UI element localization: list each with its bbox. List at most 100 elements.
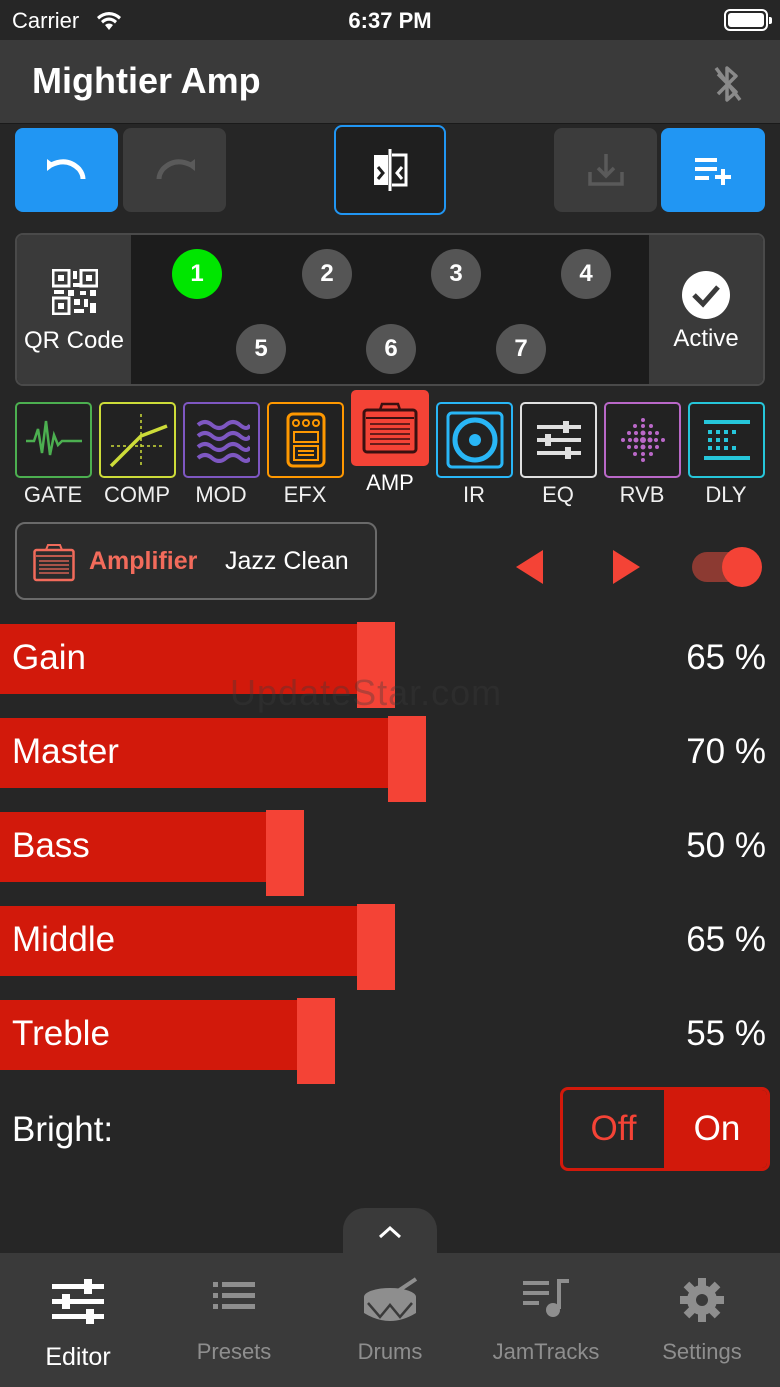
slider-handle[interactable]	[266, 810, 304, 896]
amplifier-icon	[362, 402, 418, 454]
fx-ir-button[interactable]	[436, 402, 513, 478]
tab-settings[interactable]: Settings	[624, 1253, 780, 1387]
fx-rvb-label: RVB	[619, 482, 665, 507]
tab-drums[interactable]: Drums	[312, 1253, 468, 1387]
drum-icon	[364, 1277, 418, 1321]
tab-presets[interactable]: Presets	[156, 1253, 312, 1387]
redo-button[interactable]	[123, 128, 226, 212]
preset-slot-5[interactable]: 5	[236, 324, 286, 374]
speaker-cabinet-icon	[446, 411, 503, 469]
equalizer-icon	[536, 421, 581, 459]
nav-bar: Mightier Amp	[0, 40, 780, 124]
slider-handle[interactable]	[297, 998, 335, 1084]
next-model-arrow[interactable]	[613, 550, 640, 584]
fx-rvb-button[interactable]	[604, 402, 681, 478]
param-label: Master	[12, 732, 119, 771]
bright-segmented-control: Off On	[560, 1087, 770, 1171]
undo-icon	[46, 159, 85, 180]
fx-ir-label: IR	[463, 482, 485, 507]
amp-enable-toggle[interactable]	[692, 547, 762, 587]
delay-icon	[703, 420, 750, 460]
preset-slot-1[interactable]: 1	[172, 249, 222, 299]
chevron-up-icon	[378, 1225, 402, 1239]
bright-label: Bright:	[12, 1110, 114, 1149]
fx-dly-label: DLY	[705, 482, 747, 507]
fx-dly-button[interactable]	[688, 402, 765, 478]
modulation-icon	[196, 420, 250, 463]
sliders-icon	[52, 1279, 104, 1324]
status-bar: Carrier 6:37 PM	[0, 0, 780, 40]
tab-label: Presets	[196, 1339, 272, 1364]
clock: 6:37 PM	[348, 8, 432, 33]
fx-gate-label: GATE	[23, 482, 83, 507]
playlist-add-icon	[695, 158, 731, 185]
save-button[interactable]	[554, 128, 657, 212]
param-label: Bass	[12, 826, 90, 865]
param-label: Middle	[12, 920, 116, 959]
fx-eq-button[interactable]	[520, 402, 597, 478]
param-value: 55 %	[686, 1014, 766, 1053]
redo-icon	[156, 159, 195, 180]
preset-slot-6[interactable]: 6	[366, 324, 416, 374]
compressor-icon	[109, 414, 168, 468]
qr-code-button[interactable]: QR Code	[17, 235, 131, 384]
fx-comp-label: COMP	[104, 482, 170, 507]
undo-button[interactable]	[15, 128, 118, 212]
bright-off-button[interactable]: Off	[563, 1090, 667, 1168]
amp-model-selector[interactable]: Amplifier Jazz Clean	[15, 522, 377, 600]
slider-handle[interactable]	[388, 716, 426, 802]
treble-slider[interactable]: Treble 55 %	[0, 994, 780, 1084]
preset-slot-2[interactable]: 2	[302, 249, 352, 299]
amp-type-label: Amplifier	[89, 547, 198, 575]
battery-icon	[724, 9, 772, 31]
compare-button[interactable]	[334, 125, 446, 215]
music-list-icon	[523, 1279, 569, 1317]
add-to-playlist-button[interactable]	[661, 128, 765, 212]
preset-slots-panel: QR Code 1 2 3 4 5 6 7 Active	[15, 233, 765, 386]
fx-mod-label: MOD	[195, 482, 247, 507]
tab-label: Settings	[662, 1339, 742, 1364]
fx-comp-button[interactable]	[99, 402, 176, 478]
download-icon	[587, 154, 624, 186]
previous-model-arrow[interactable]	[516, 550, 543, 584]
qr-code-icon	[52, 269, 98, 315]
slider-handle[interactable]	[357, 904, 395, 990]
amplifier-icon	[33, 544, 75, 582]
active-label: Active	[673, 325, 739, 352]
active-button[interactable]: Active	[649, 235, 763, 384]
param-label: Treble	[12, 1014, 110, 1053]
app-title: Mightier Amp	[32, 60, 261, 101]
bluetooth-icon[interactable]	[710, 62, 746, 106]
preset-slot-3[interactable]: 3	[431, 249, 481, 299]
param-value: 50 %	[686, 826, 766, 865]
middle-slider[interactable]: Middle 65 %	[0, 900, 780, 990]
tab-editor[interactable]: Editor	[0, 1253, 156, 1387]
noise-gate-icon	[25, 420, 82, 456]
master-slider[interactable]: Master 70 %	[0, 712, 780, 802]
fx-efx-button[interactable]	[267, 402, 344, 478]
gear-icon	[680, 1278, 724, 1322]
bright-on-button[interactable]: On	[667, 1090, 767, 1168]
list-icon	[213, 1282, 255, 1309]
expand-panel-button[interactable]	[343, 1208, 437, 1256]
compare-icon	[374, 149, 408, 191]
reverb-icon	[620, 418, 665, 462]
amp-model-name: Jazz Clean	[225, 547, 349, 575]
param-value: 70 %	[686, 732, 766, 771]
watermark: UpdateStar.com	[230, 672, 503, 713]
tab-label: Drums	[357, 1339, 423, 1364]
fx-amp-button[interactable]	[351, 390, 429, 466]
param-value: 65 %	[686, 638, 766, 677]
param-label: Gain	[12, 638, 86, 677]
fx-mod-button[interactable]	[183, 402, 260, 478]
toggle-knob	[722, 547, 762, 587]
tab-jamtracks[interactable]: JamTracks	[468, 1253, 624, 1387]
fx-efx-label: EFX	[283, 482, 327, 507]
tab-label: JamTracks	[492, 1339, 600, 1364]
preset-slot-4[interactable]: 4	[561, 249, 611, 299]
fx-amp-label: AMP	[366, 470, 414, 495]
bass-slider[interactable]: Bass 50 %	[0, 806, 780, 896]
preset-slot-7[interactable]: 7	[496, 324, 546, 374]
fx-gate-button[interactable]	[15, 402, 92, 478]
tab-bar: Editor Presets Drums JamTracks Settings	[0, 1253, 780, 1387]
